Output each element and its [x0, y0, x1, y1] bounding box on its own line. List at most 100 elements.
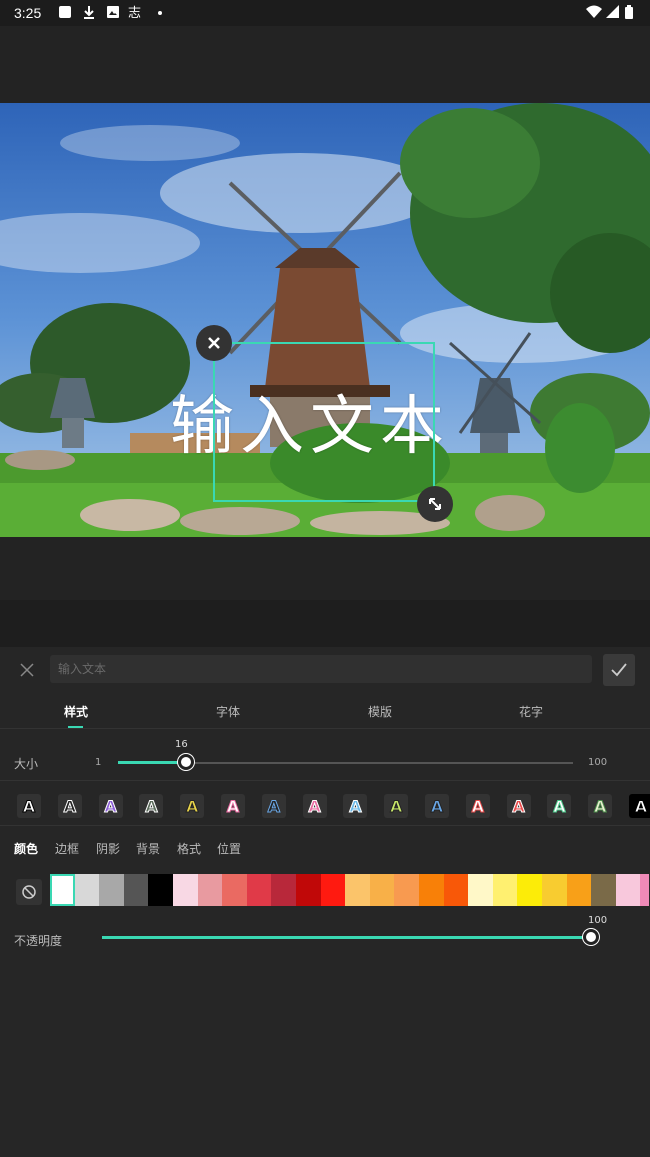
opacity-slider-thumb[interactable] [583, 929, 599, 945]
signal-icon [606, 5, 619, 18]
color-swatch[interactable] [419, 874, 444, 906]
tab-fancy-text[interactable]: 花字 [519, 703, 543, 720]
subtab-position[interactable]: 位置 [217, 840, 241, 857]
delete-text-button[interactable] [196, 325, 232, 361]
no-color-icon [22, 885, 36, 899]
size-slider-row: 大小 1 16 100 [0, 739, 650, 781]
svg-text:志: 志 [128, 6, 141, 19]
color-swatch[interactable] [517, 874, 543, 906]
style-preset[interactable]: A [425, 794, 449, 818]
color-swatch[interactable] [443, 874, 469, 906]
resize-text-handle[interactable] [417, 486, 453, 522]
color-swatch[interactable] [246, 874, 272, 906]
color-swatch[interactable] [123, 874, 149, 906]
size-slider-thumb[interactable] [178, 754, 194, 770]
style-preset-glyph: A [634, 796, 648, 816]
color-swatch[interactable] [50, 874, 75, 906]
color-swatch[interactable] [640, 874, 650, 906]
color-swatch[interactable] [74, 874, 100, 906]
style-preset[interactable]: A [261, 794, 286, 818]
wifi-icon [586, 5, 602, 18]
color-swatch[interactable] [271, 874, 297, 906]
style-preset[interactable]: A [465, 794, 490, 818]
style-preset[interactable]: A [343, 794, 368, 818]
color-swatch[interactable] [492, 874, 518, 906]
size-max-value: 100 [588, 757, 608, 768]
style-preset-glyph: A [389, 796, 403, 816]
color-swatch[interactable] [369, 874, 395, 906]
size-slider-fill [118, 761, 186, 764]
color-swatch[interactable] [222, 874, 248, 906]
color-swatch[interactable] [591, 874, 617, 906]
cancel-button[interactable] [16, 659, 38, 681]
color-swatch[interactable] [197, 874, 223, 906]
check-icon [611, 663, 627, 677]
style-preset[interactable]: A [98, 794, 123, 818]
size-label: 大小 [14, 757, 39, 771]
color-swatch[interactable] [99, 874, 125, 906]
color-swatch[interactable] [394, 874, 420, 906]
opacity-slider-fill[interactable] [102, 936, 592, 939]
style-preset[interactable]: A [139, 794, 164, 818]
color-swatch[interactable] [148, 874, 174, 906]
style-preset-glyph: A [63, 796, 76, 816]
style-preset-glyph: A [104, 796, 117, 816]
tab-template[interactable]: 模版 [368, 703, 392, 720]
style-preset[interactable]: A [588, 794, 613, 818]
top-toolbar [0, 26, 650, 103]
color-swatch[interactable] [615, 874, 641, 906]
color-swatch[interactable] [345, 874, 371, 906]
text-editor-panel: 样式 字体 模版 花字 大小 1 16 100 A A A A A A A A A A A A A A A A… [0, 647, 650, 1157]
notification-icon [59, 6, 71, 18]
close-icon [20, 663, 34, 677]
more-notifications-icon [158, 11, 162, 15]
style-preset-glyph: A [512, 796, 525, 816]
subtab-color[interactable]: 颜色 [14, 840, 38, 857]
color-swatch[interactable] [173, 874, 198, 906]
style-presets-row: AAAAAAAAAAAAAAAA [0, 784, 650, 826]
size-current-value: 16 [175, 739, 188, 750]
tab-font[interactable]: 字体 [216, 703, 240, 720]
style-preset[interactable]: A [180, 794, 205, 818]
style-preset-glyph: A [226, 796, 240, 816]
subtab-format[interactable]: 格式 [177, 840, 201, 857]
text-selection-box[interactable] [213, 342, 435, 502]
confirm-button[interactable] [603, 654, 635, 686]
color-swatch[interactable] [468, 874, 494, 906]
subtab-shadow[interactable]: 阴影 [96, 840, 120, 857]
color-swatch[interactable] [566, 874, 592, 906]
subtab-background[interactable]: 背景 [136, 840, 160, 857]
close-icon [208, 337, 220, 349]
style-preset[interactable]: A [57, 794, 82, 818]
style-preset-glyph: A [308, 796, 321, 816]
style-preset-glyph: A [430, 796, 444, 816]
timeline-area [0, 537, 650, 600]
subtab-border[interactable]: 边框 [55, 840, 79, 857]
image-notification-icon [107, 6, 119, 18]
color-swatch[interactable] [542, 874, 567, 906]
style-preset[interactable]: A [506, 794, 531, 818]
opacity-value: 100 [588, 915, 608, 926]
app-notification-icon: 志 [128, 6, 141, 19]
style-preset-glyph: A [22, 796, 36, 816]
opacity-slider-row: 不透明度 100 [0, 915, 650, 955]
style-preset[interactable]: A [547, 794, 572, 818]
style-preset[interactable]: A [384, 794, 409, 818]
editor-tabs: 样式 字体 模版 花字 [0, 693, 650, 729]
style-preset-glyph: A [349, 796, 362, 816]
color-swatch[interactable] [296, 874, 321, 906]
style-preset[interactable]: A [221, 794, 245, 818]
color-palette-row [0, 873, 650, 907]
tab-style[interactable]: 样式 [64, 703, 88, 720]
style-preset-glyph: A [593, 796, 607, 816]
color-swatch[interactable] [320, 874, 346, 906]
style-preset-glyph: A [267, 796, 280, 816]
style-preset[interactable]: A [17, 794, 41, 818]
style-preset-glyph: A [185, 796, 199, 816]
style-preset[interactable]: A [302, 794, 327, 818]
video-preview[interactable]: 输入文本 [0, 103, 650, 537]
no-color-button[interactable] [16, 879, 42, 905]
text-input-row [0, 647, 650, 693]
text-input[interactable] [50, 655, 592, 683]
style-preset[interactable]: A [629, 794, 650, 818]
